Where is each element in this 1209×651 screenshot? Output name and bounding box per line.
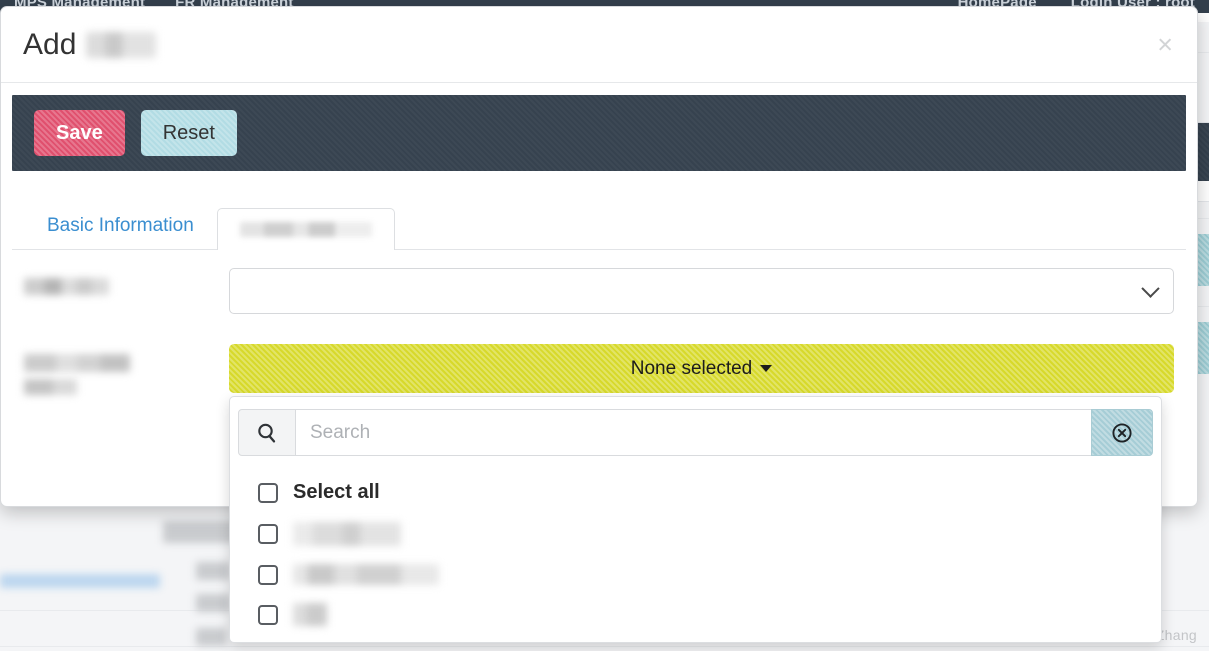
option-redacted-label [293,522,401,546]
form-label-redacted-text [24,354,130,372]
modal-form: None selected Search Select all [12,250,1186,643]
tab-basic-information[interactable]: Basic Information [24,201,217,250]
list-item[interactable] [230,555,1161,594]
background-blurred-text [0,574,160,588]
option-redacted-label [293,603,327,626]
search-input[interactable] [296,409,1091,456]
modal-title-redacted-text [86,31,157,58]
caret-down-icon [760,365,773,372]
multiselect-dropdown-panel: Select all [229,396,1162,643]
option-select-all-label: Select all [293,481,380,503]
multiselect-toggle-label: None selected [630,357,753,379]
clear-circle-icon[interactable] [1091,409,1153,456]
tab-secondary[interactable] [216,208,395,250]
page-root: MPS Management FR Management HomePage Lo… [0,0,1209,651]
modal-title: Add [23,27,157,62]
form-row-select [24,268,1174,314]
checkbox-icon[interactable] [258,482,278,503]
multiselect-toggle-button[interactable]: None selected [229,344,1174,393]
form-label-multiselect [24,344,229,395]
search-icon [238,409,296,456]
option-select-all[interactable]: Select all [230,472,1161,513]
tab-secondary-redacted-label [239,222,372,237]
modal-title-text: Add [23,27,77,61]
background-blurred-text [196,628,226,646]
select-input[interactable] [229,268,1174,314]
form-control-multiselect: None selected Search Select all [229,344,1174,643]
form-label-select [24,268,229,295]
checkbox-icon[interactable] [258,604,278,625]
background-divider [0,646,1209,647]
tab-bar: Basic Information [12,191,1186,250]
form-row-multiselect: None selected Search Select all [24,344,1174,643]
save-button[interactable]: Save [34,110,125,156]
background-blurred-text [196,594,230,612]
reset-button[interactable]: Reset [140,110,237,156]
list-item[interactable] [230,594,1161,635]
modal-toolbar: Save Reset [12,95,1186,171]
multiselect-option-list: Select all [230,466,1161,635]
form-control-select [229,268,1174,314]
option-redacted-label [293,564,439,585]
modal-header: Add × [1,7,1197,83]
chevron-down-icon [1141,278,1160,298]
close-icon[interactable]: × [1153,31,1177,58]
multiselect-search-row [238,409,1153,456]
background-blurred-text [196,562,230,580]
add-modal-dialog: Add × Save Reset Basic Information None … [0,6,1198,643]
form-label-redacted-text [24,379,77,395]
modal-body: Save Reset Basic Information None select… [1,83,1197,643]
list-item[interactable] [230,513,1161,555]
checkbox-icon[interactable] [258,564,278,585]
form-label-redacted-text [24,278,109,295]
checkbox-icon[interactable] [258,524,278,544]
